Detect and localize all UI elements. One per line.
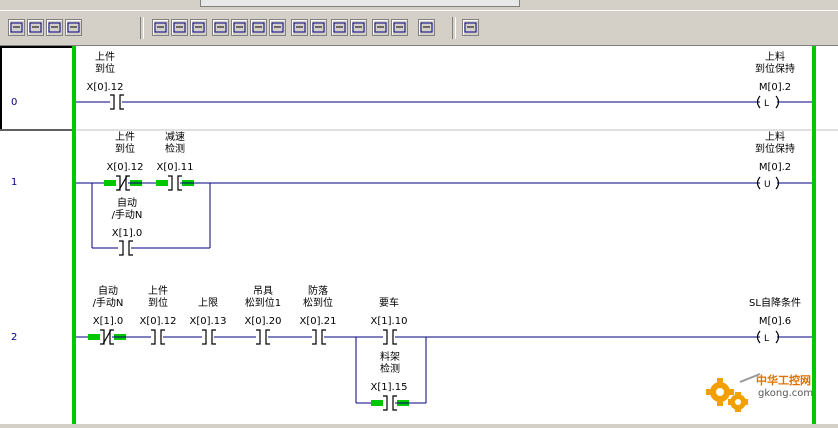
contact-address: X[0].12: [86, 82, 124, 93]
contact-label: 料架 检测: [380, 352, 400, 375]
svg-text:L: L: [764, 99, 769, 109]
contact-label: 自动/手动N: [111, 198, 143, 221]
instruction-tool-button[interactable]: [190, 19, 207, 36]
coil-label: 上料 到位保持: [755, 52, 795, 75]
instruction-tool-button[interactable]: [291, 19, 308, 36]
instruction-tool-button[interactable]: [391, 19, 408, 36]
no-contact[interactable]: [312, 329, 326, 345]
no-contact[interactable]: [256, 329, 270, 345]
contact-address: X[0].12: [139, 316, 177, 327]
contact-label: 上件 到位: [148, 286, 168, 309]
left-power-rail: [72, 46, 76, 424]
highlight-bar: [104, 180, 116, 186]
instruction-tool-button[interactable]: [250, 19, 267, 36]
contact-label: 防落 松到位: [303, 286, 333, 309]
watermark-logo: 中华工控网 gkong.com: [700, 368, 830, 418]
contact-label: 上件 到位: [95, 52, 115, 75]
toolbar-separator: [452, 17, 456, 39]
rung-tool-button[interactable]: [27, 19, 44, 36]
highlight-bar: [371, 400, 383, 406]
coil-address: M[0].6: [758, 316, 792, 327]
output-coil[interactable]: L: [756, 330, 780, 344]
output-coil[interactable]: U: [756, 176, 780, 190]
watermark-url: gkong.com: [758, 388, 814, 399]
contact-address: X[1].10: [370, 316, 408, 327]
no-contact[interactable]: [110, 94, 124, 110]
coil-address: M[0].2: [758, 82, 792, 93]
selected-rung-box: [0, 46, 76, 131]
output-coil[interactable]: L: [756, 95, 780, 109]
contact-label: 自动/手动N: [92, 286, 124, 309]
contact-label: 吊具 松到位1: [244, 286, 282, 309]
instruction-tool-button[interactable]: [418, 19, 435, 36]
svg-text:L: L: [764, 334, 769, 344]
contact-address: X[0].20: [244, 316, 282, 327]
coil-label: 上料 到位保持: [755, 132, 795, 155]
title-strip: [0, 0, 838, 10]
instruction-tool-button[interactable]: [310, 19, 327, 36]
instruction-tool-button[interactable]: [269, 19, 286, 36]
highlight-bar: [156, 180, 168, 186]
rung-tool-button[interactable]: [8, 19, 25, 36]
rung-number[interactable]: 1: [11, 177, 17, 188]
no-contact[interactable]: [202, 329, 216, 345]
no-contact[interactable]: [383, 329, 397, 345]
rung-number[interactable]: 2: [11, 332, 17, 343]
rung-number[interactable]: 0: [11, 97, 17, 108]
contact-address: X[1].15: [370, 382, 408, 393]
contact-label: 要车: [379, 298, 399, 309]
nc-contact[interactable]: [116, 175, 130, 191]
rung-tool-button[interactable]: [65, 19, 82, 36]
instruction-tool-button[interactable]: [212, 19, 229, 36]
contact-address: X[0].12: [106, 162, 144, 173]
coil-address: M[0].2: [758, 162, 792, 173]
nc-contact[interactable]: [100, 329, 114, 345]
contact-address: X[1].0: [111, 228, 143, 239]
no-contact[interactable]: [383, 395, 397, 411]
contact-address: X[0].13: [189, 316, 227, 327]
svg-text:U: U: [764, 180, 771, 190]
ladder-toolbar: [0, 10, 838, 46]
instruction-tool-button[interactable]: [231, 19, 248, 36]
instruction-tool-button[interactable]: [350, 19, 367, 36]
toolbar-separator: [140, 17, 144, 39]
contact-address: X[1].0: [92, 316, 124, 327]
contact-address: X[0].11: [156, 162, 194, 173]
ladder-editor: L U L 0 1 2 上件 到位 X[0].12 上料 到位保持 M[0].2 上件到…: [0, 46, 838, 424]
contact-label: 上件 到位: [115, 132, 135, 155]
coil-label: SL自降条件: [749, 298, 801, 309]
instruction-tool-button[interactable]: [331, 19, 348, 36]
no-contact[interactable]: [168, 175, 182, 191]
instruction-tool-button[interactable]: [152, 19, 169, 36]
top-text-field: [200, 0, 520, 7]
rung-tool-button[interactable]: [46, 19, 63, 36]
contact-label: 上限: [198, 298, 218, 309]
contact-label: 减速 检测: [165, 132, 185, 155]
nav-tool-button[interactable]: [462, 19, 479, 36]
contact-address: X[0].21: [299, 316, 337, 327]
instruction-tool-button[interactable]: [171, 19, 188, 36]
highlight-bar: [88, 334, 100, 340]
no-contact[interactable]: [119, 240, 133, 256]
watermark-text: 中华工控网: [756, 374, 811, 387]
no-contact[interactable]: [151, 329, 165, 345]
instruction-tool-button[interactable]: [372, 19, 389, 36]
